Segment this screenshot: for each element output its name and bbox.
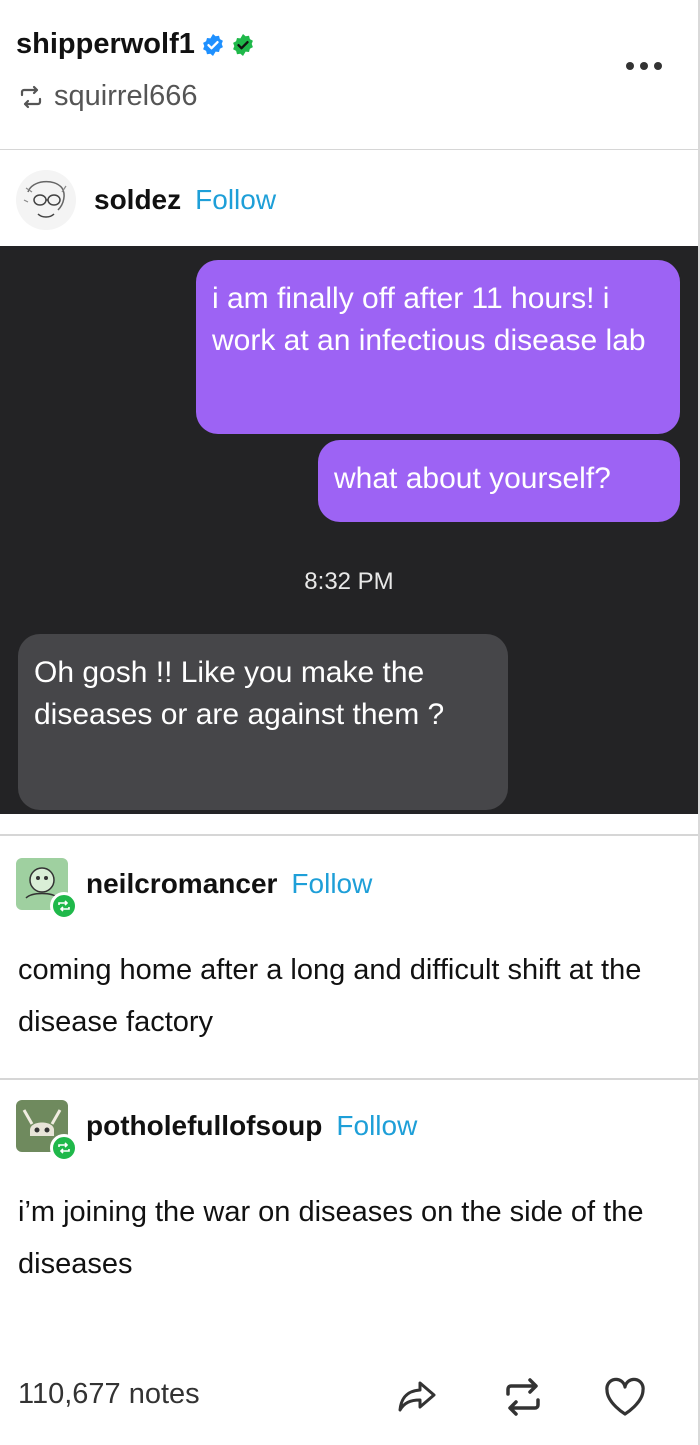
reblog-icon[interactable] — [500, 1374, 546, 1420]
trail-username[interactable]: neilcromancer — [86, 868, 277, 900]
chat-bubble-incoming: Oh gosh !! Like you make the diseases or… — [18, 634, 508, 810]
reblog-badge-icon — [50, 892, 78, 920]
reblog-source-name[interactable]: squirrel666 — [54, 80, 197, 113]
post-card: shipperwolf1 squirrel666 soldez Follow i… — [0, 0, 700, 1445]
like-icon[interactable] — [602, 1374, 648, 1420]
sketch-face-avatar[interactable] — [16, 170, 76, 230]
trail-divider — [0, 1078, 698, 1080]
reblog-badge-icon — [50, 1134, 78, 1162]
skull-avatar[interactable] — [16, 1100, 78, 1162]
share-icon[interactable] — [394, 1374, 440, 1420]
post-header: shipperwolf1 squirrel666 — [0, 0, 698, 150]
verified-badge-green-icon — [231, 33, 255, 57]
trail-username[interactable]: potholefullofsoup — [86, 1110, 322, 1142]
follow-button[interactable]: Follow — [291, 868, 372, 900]
trail-item-header: neilcromancer Follow — [0, 858, 372, 920]
green-creature-avatar[interactable] — [16, 858, 78, 920]
post-author[interactable]: shipperwolf1 — [16, 28, 255, 61]
reblog-small-icon — [20, 85, 42, 108]
chat-screenshot: i am finally off after 11 hours! i work … — [0, 246, 698, 814]
notes-count[interactable]: 110,677 notes — [18, 1378, 200, 1411]
author-name[interactable]: shipperwolf1 — [16, 28, 195, 61]
trail-username[interactable]: soldez — [94, 184, 181, 216]
follow-button[interactable]: Follow — [336, 1110, 417, 1142]
trail-item-header: soldez Follow — [0, 170, 276, 230]
trail-text: coming home after a long and difficult s… — [18, 954, 642, 1038]
trail-item-header: potholefullofsoup Follow — [0, 1100, 417, 1162]
verified-badge-blue-icon — [201, 33, 225, 57]
chat-bubble-outgoing: what about yourself? — [318, 440, 680, 522]
reblogged-from[interactable]: squirrel666 — [18, 80, 197, 113]
chat-timestamp: 8:32 PM — [304, 568, 394, 595]
trail-divider — [0, 834, 698, 836]
more-options-icon[interactable] — [626, 62, 662, 70]
follow-button[interactable]: Follow — [195, 184, 276, 216]
trail-text: i’m joining the war on diseases on the s… — [18, 1196, 644, 1280]
chat-bubble-outgoing: i am finally off after 11 hours! i work … — [196, 260, 680, 434]
